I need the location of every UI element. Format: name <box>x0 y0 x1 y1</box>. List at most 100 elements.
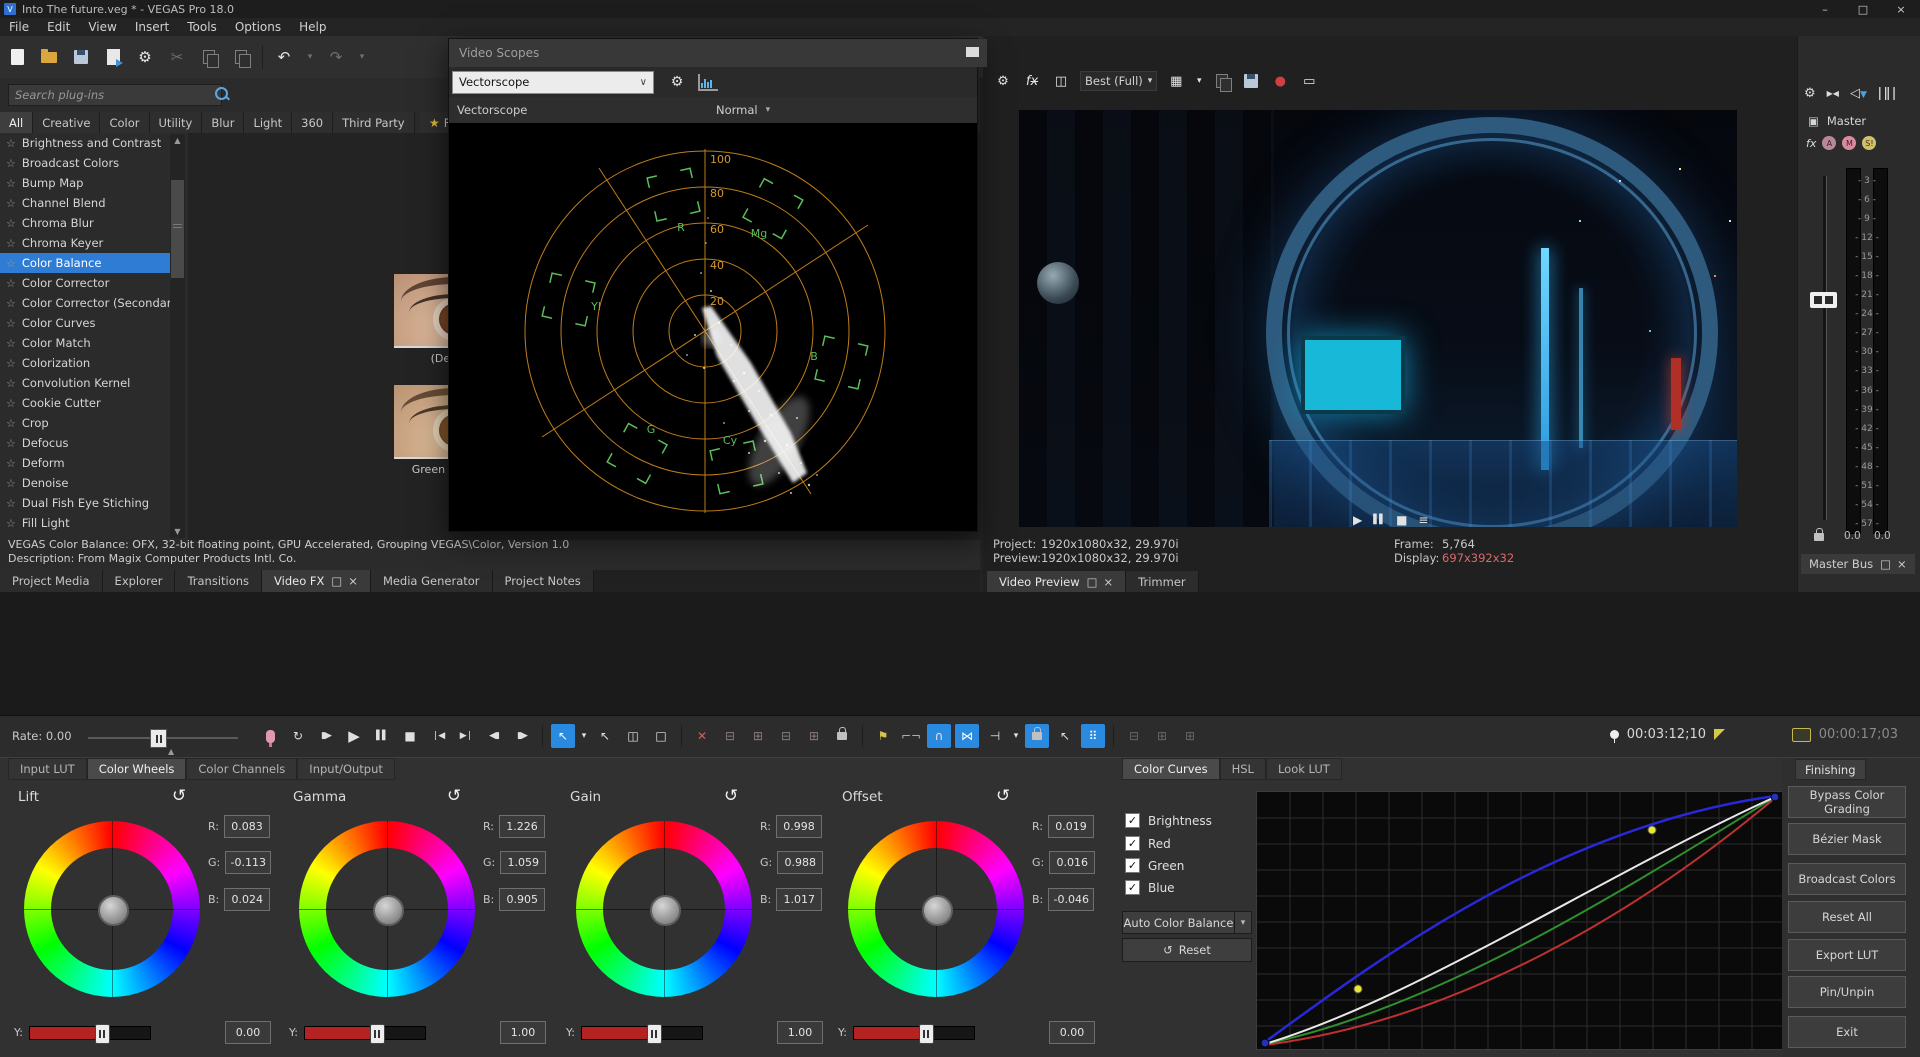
previous-frame-icon[interactable]: ◀▮ <box>482 724 506 748</box>
favorite-star-icon[interactable]: ☆ <box>6 477 16 490</box>
minimize-button[interactable]: – <box>1806 0 1844 18</box>
bezier-mask-button[interactable]: Bézier Mask <box>1788 823 1906 855</box>
capture-icon[interactable]: ● <box>1270 71 1290 91</box>
favorite-star-icon[interactable]: ☆ <box>6 257 16 270</box>
preview-menu-icon[interactable]: ≡ <box>1418 513 1428 527</box>
mixer-settings-gear-icon[interactable]: ⚙ <box>1804 86 1816 101</box>
lock-fader-icon[interactable] <box>1814 533 1824 541</box>
plugin-list-item[interactable]: ☆ Broadcast Colors <box>0 153 188 173</box>
master-bus-tab[interactable]: Master Bus □× <box>1801 554 1915 574</box>
plugin-category-tab[interactable]: Utility <box>150 112 203 133</box>
loop-playback-icon[interactable]: ↻ <box>286 724 310 748</box>
scopes-dock-icon[interactable] <box>966 47 979 57</box>
split-screen-icon[interactable]: ◫ <box>1051 71 1071 91</box>
plugin-list-item[interactable]: ☆ Color Corrector (Secondary) <box>0 293 188 313</box>
plugin-list-item[interactable]: ☆ Fill Light <box>0 513 188 533</box>
reset-wheel-icon[interactable]: ↺ <box>172 786 186 806</box>
snapping-magnet-icon[interactable]: ∩ <box>927 724 951 748</box>
plugin-list-item[interactable]: ☆ Cookie Cutter <box>0 393 188 413</box>
preview-quality-select[interactable]: Best (Full) ▾ <box>1080 71 1157 91</box>
r-value-field[interactable]: 0.998 <box>776 815 822 838</box>
plugin-list-item[interactable]: ☆ Color Balance <box>0 253 182 273</box>
menu-item[interactable]: Insert <box>126 20 178 34</box>
zoom-edit-tool-icon[interactable]: □ <box>649 724 673 748</box>
dock-tab[interactable]: Project Media □× <box>0 570 103 592</box>
multicam-icon[interactable]: ⠿ <box>1081 724 1105 748</box>
video-output-fx-icon[interactable]: fx <box>1022 71 1042 91</box>
undo-dropdown-icon[interactable]: ▾ <box>305 46 315 68</box>
favorite-star-icon[interactable]: ☆ <box>6 377 16 390</box>
y-value-field[interactable]: 1.00 <box>500 1021 546 1044</box>
trim-end-icon[interactable]: ⊞ <box>746 724 770 748</box>
plugin-category-tab[interactable]: Color <box>100 112 149 133</box>
preview-pause-icon[interactable]: ▌▌ <box>1373 515 1385 525</box>
plugin-list-item[interactable]: ☆ Color Match <box>0 333 188 353</box>
render-as-icon[interactable] <box>102 46 124 68</box>
reset-wheel-icon[interactable]: ↺ <box>724 786 738 806</box>
r-value-field[interactable]: 1.226 <box>499 815 545 838</box>
plugin-list-item[interactable]: ☆ Denoise <box>0 473 188 493</box>
plugin-category-tab[interactable]: 360 <box>292 112 333 133</box>
plugin-category-tab[interactable]: Light <box>244 112 292 133</box>
y-slider[interactable] <box>853 1026 975 1040</box>
redo-dropdown-icon[interactable]: ▾ <box>357 46 367 68</box>
brightness-checkbox[interactable]: ✓ <box>1125 813 1140 828</box>
scopes-title-bar[interactable]: Video Scopes <box>449 39 987 67</box>
dock-tab[interactable]: Project Notes □× <box>493 570 594 592</box>
lock-envelopes-icon[interactable] <box>1025 724 1049 748</box>
ripple-dropdown-icon[interactable]: ▾ <box>1011 724 1021 748</box>
reset-wheel-icon[interactable]: ↺ <box>447 786 461 806</box>
blend-mode-select[interactable]: Normal ▾ <box>716 103 770 117</box>
menu-item[interactable]: File <box>0 20 38 34</box>
properties-gear-icon[interactable]: ⚙ <box>134 46 156 68</box>
menu-item[interactable]: Help <box>290 20 335 34</box>
reset-wheel-icon[interactable]: ↺ <box>996 786 1010 806</box>
plugin-category-tab[interactable]: Third Party <box>333 112 415 133</box>
grid-overlay-icon[interactable]: ▦ <box>1166 71 1186 91</box>
scroll-up-icon[interactable]: ▲ <box>170 136 185 145</box>
copy-icon[interactable] <box>198 46 220 68</box>
menu-item[interactable]: Options <box>226 20 290 34</box>
rate-slider-handle[interactable] <box>150 729 167 748</box>
plugin-list-item[interactable]: ☆ Color Curves <box>0 313 188 333</box>
plugin-list-scrollbar[interactable]: ▲ ▼ <box>170 134 185 538</box>
y-slider[interactable] <box>304 1026 426 1040</box>
plugin-list-item[interactable]: ☆ Dual Fish Eye Stiching <box>0 493 188 513</box>
curves-tab[interactable]: Look LUT <box>1266 758 1342 780</box>
downmix-icon[interactable]: ▶◀ <box>1827 89 1839 98</box>
chevron-down-icon[interactable]: ▾ <box>1234 912 1251 933</box>
favorite-star-icon[interactable]: ☆ <box>6 197 16 210</box>
preview-settings-gear-icon[interactable]: ⚙ <box>993 71 1013 91</box>
master-mute-icon[interactable]: M <box>1842 136 1856 150</box>
reset-all-button[interactable]: Reset All <box>1788 901 1906 933</box>
favorite-star-icon[interactable]: ☆ <box>6 337 16 350</box>
y-slider[interactable] <box>29 1026 151 1040</box>
undo-icon[interactable]: ↶ <box>273 46 295 68</box>
favorite-star-icon[interactable]: ☆ <box>6 397 16 410</box>
lock-event-icon[interactable] <box>830 724 854 748</box>
favorite-star-icon[interactable]: ☆ <box>6 437 16 450</box>
mute-output-icon[interactable]: ◁▼ <box>1850 86 1867 101</box>
dock-tab[interactable]: Video FX □× <box>262 570 371 592</box>
plugin-list-item[interactable]: ☆ Convolution Kernel <box>0 373 188 393</box>
plugin-list-item[interactable]: ☆ Chroma Keyer <box>0 233 188 253</box>
next-frame-icon[interactable]: ▮▶ <box>510 724 534 748</box>
menu-item[interactable]: Edit <box>38 20 79 34</box>
slip-trim-icon[interactable]: ⊞ <box>802 724 826 748</box>
edit-tool-dropdown-icon[interactable]: ▾ <box>579 724 589 748</box>
favorite-star-icon[interactable]: ☆ <box>6 297 16 310</box>
favorite-star-icon[interactable]: ☆ <box>6 357 16 370</box>
paste-icon[interactable] <box>230 46 252 68</box>
play-from-start-icon[interactable]: ▮▶ <box>314 724 338 748</box>
delete-icon[interactable]: ✕ <box>690 724 714 748</box>
b-value-field[interactable]: -0.046 <box>1048 888 1094 911</box>
auto-crossfade-icon[interactable]: ⋈ <box>955 724 979 748</box>
scope-settings-gear-icon[interactable]: ⚙ <box>666 71 688 93</box>
favorite-star-icon[interactable]: ☆ <box>6 457 16 470</box>
master-fader-handle[interactable] <box>1810 292 1837 308</box>
master-fader-track[interactable] <box>1823 176 1827 520</box>
normal-edit-tool-icon[interactable]: ↖ <box>551 724 575 748</box>
favorite-star-icon[interactable]: ☆ <box>6 237 16 250</box>
favorite-star-icon[interactable]: ☆ <box>6 217 16 230</box>
curves-tab[interactable]: Color Curves <box>1122 758 1220 780</box>
